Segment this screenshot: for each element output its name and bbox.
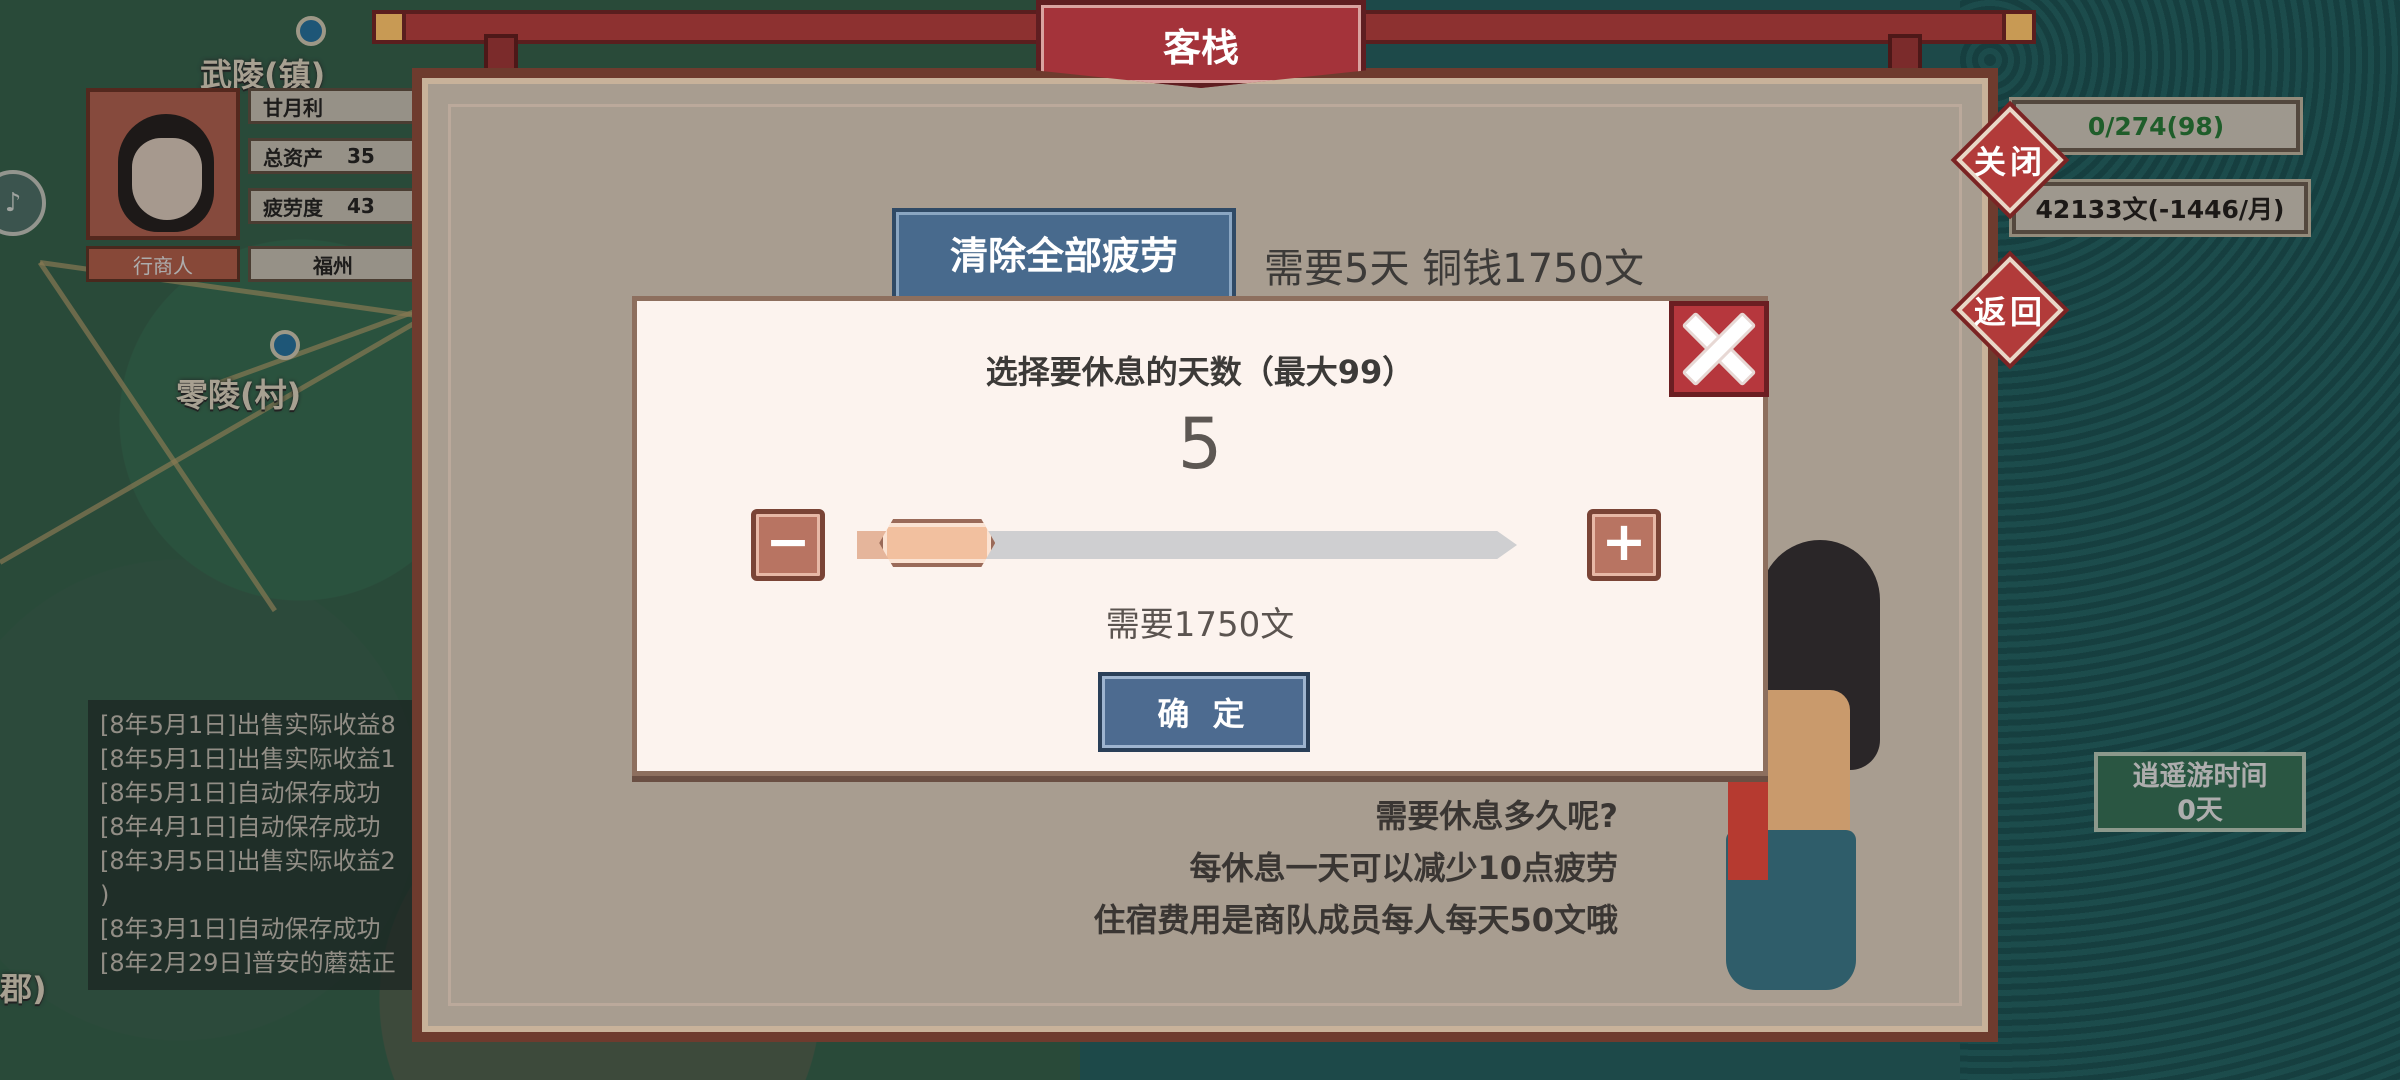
close-button-label: 关闭 [1973,143,2046,181]
character-sash [1728,770,1768,880]
beam-end-left [372,10,406,44]
speech-line: 住宿费用是商队成员每人每天50文哦 [1093,901,1618,939]
rest-days-slider-handle[interactable] [879,519,996,567]
increase-days-button[interactable]: + [1587,509,1661,581]
close-button[interactable]: 关闭 [1954,104,2066,216]
decrease-days-button[interactable]: − [751,509,825,581]
inn-title: 客栈 [1036,0,1366,88]
innkeeper-speech: 需要休息多久呢? 每休息一天可以减少10点疲劳 住宿费用是商队成员每人每天50文… [1093,790,1618,946]
speech-line: 每休息一天可以减少10点疲劳 [1189,849,1618,887]
back-button[interactable]: 返回 [1954,254,2066,366]
rest-days-value: 5 [1177,403,1223,485]
rest-days-dialog: 选择要休息的天数（最大99） 5 − + 需要1750文 确 定 [632,296,1769,776]
beam-end-right [2002,10,2036,44]
speech-line: 需要休息多久呢? [1375,797,1618,835]
back-button-label: 返回 [1973,293,2046,331]
rest-days-dialog-title: 选择要休息的天数（最大99） [985,353,1415,391]
rest-cost: 需要1750文 [1105,605,1295,645]
clear-all-fatigue-cost: 需要5天 铜钱1750文 [1264,246,1644,292]
dialog-close-icon[interactable] [1669,301,1769,397]
confirm-button[interactable]: 确 定 [1098,672,1310,752]
